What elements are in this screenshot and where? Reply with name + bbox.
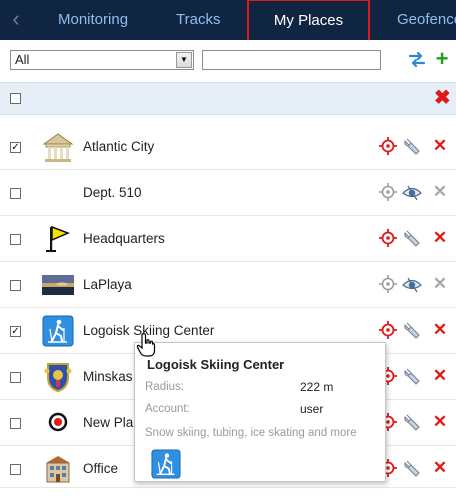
place-name[interactable]: Dept. 510 <box>83 170 142 216</box>
tooltip-account-value: user <box>300 402 324 416</box>
swap-arrows-icon[interactable] <box>406 48 428 70</box>
row-checkbox[interactable]: ✓ <box>10 142 21 153</box>
delete-icon[interactable]: ✕ <box>432 227 448 247</box>
list-item[interactable]: Headquarters ✕ <box>0 216 456 262</box>
eye-icon[interactable] <box>402 182 422 202</box>
delete-icon[interactable]: ✕ <box>432 319 448 339</box>
wrench-icon[interactable] <box>402 458 422 478</box>
wrench-icon[interactable] <box>402 412 422 432</box>
search-input[interactable] <box>202 50 381 70</box>
row-checkbox[interactable]: ✓ <box>10 326 21 337</box>
filter-select-value: All <box>15 52 30 67</box>
list-header-row: ✖ <box>0 82 456 115</box>
row-checkbox[interactable] <box>10 464 21 475</box>
delete-selected-icon[interactable]: ✖ <box>434 87 451 109</box>
dropdown-arrow-icon[interactable]: ▼ <box>176 52 192 68</box>
wrench-icon[interactable] <box>402 320 422 340</box>
wrench-icon[interactable] <box>402 228 422 248</box>
skier-icon <box>42 315 74 347</box>
list-item[interactable]: Dept. 510 ✕ <box>0 170 456 216</box>
filter-select[interactable]: All ▼ <box>10 50 194 70</box>
yellow-flag-icon <box>46 225 70 252</box>
track-target-icon[interactable] <box>378 274 398 294</box>
office-building-icon <box>46 456 70 483</box>
row-checkbox[interactable] <box>10 234 21 245</box>
tab-tracks[interactable]: Tracks <box>176 0 220 40</box>
delete-icon[interactable]: ✕ <box>432 457 448 477</box>
tooltip-title: Logoisk Skiing Center <box>147 357 285 372</box>
list-item[interactable]: ✓ Atlantic City ✕ <box>0 124 456 170</box>
place-name[interactable]: LaPlaya <box>83 262 132 308</box>
track-target-icon[interactable] <box>378 228 398 248</box>
red-circle-marker-icon <box>48 412 68 432</box>
tooltip-account-label: Account: <box>145 403 190 415</box>
delete-icon[interactable]: ✕ <box>432 273 448 293</box>
tab-geofence[interactable]: Geofence <box>397 0 456 40</box>
beach-photo-icon <box>42 275 74 295</box>
row-checkbox[interactable] <box>10 280 21 291</box>
select-all-checkbox[interactable] <box>10 93 21 104</box>
coat-of-arms-icon <box>44 363 72 393</box>
delete-icon[interactable]: ✕ <box>432 135 448 155</box>
tooltip-description: Snow skiing, tubing, ice skating and mor… <box>145 427 357 439</box>
delete-icon[interactable]: ✕ <box>432 181 448 201</box>
tooltip-radius-label: Radius: <box>145 381 184 393</box>
tooltip-radius-value: 222 m <box>300 380 334 394</box>
row-checkbox[interactable] <box>10 188 21 199</box>
back-arrow-icon[interactable]: ‹ <box>2 0 30 40</box>
track-target-icon[interactable] <box>378 136 398 156</box>
place-name[interactable]: Minskas <box>83 354 133 400</box>
filter-row: All ▼ + <box>0 48 456 74</box>
place-tooltip: Logoisk Skiing Center Radius: 222 m Acco… <box>134 342 386 482</box>
hand-cursor-icon <box>136 333 156 357</box>
add-place-plus-icon[interactable]: + <box>432 48 452 70</box>
track-target-icon[interactable] <box>378 182 398 202</box>
delete-icon[interactable]: ✕ <box>432 365 448 385</box>
building-columns-icon <box>42 133 74 162</box>
delete-icon[interactable]: ✕ <box>432 411 448 431</box>
place-name[interactable]: New Pla <box>83 400 133 446</box>
tab-my-places[interactable]: My Places <box>247 0 370 40</box>
skier-icon <box>151 449 181 479</box>
wrench-icon[interactable] <box>402 366 422 386</box>
tab-bar: ‹ Monitoring Tracks My Places Geofence <box>0 0 456 40</box>
wrench-icon[interactable] <box>402 136 422 156</box>
tab-monitoring[interactable]: Monitoring <box>58 0 128 40</box>
place-name[interactable]: Headquarters <box>83 216 165 262</box>
track-target-icon[interactable] <box>378 320 398 340</box>
row-checkbox[interactable] <box>10 418 21 429</box>
list-item[interactable]: LaPlaya ✕ <box>0 262 456 308</box>
row-checkbox[interactable] <box>10 372 21 383</box>
place-name[interactable]: Office <box>83 446 118 492</box>
eye-icon[interactable] <box>402 274 422 294</box>
place-name[interactable]: Atlantic City <box>83 124 154 170</box>
